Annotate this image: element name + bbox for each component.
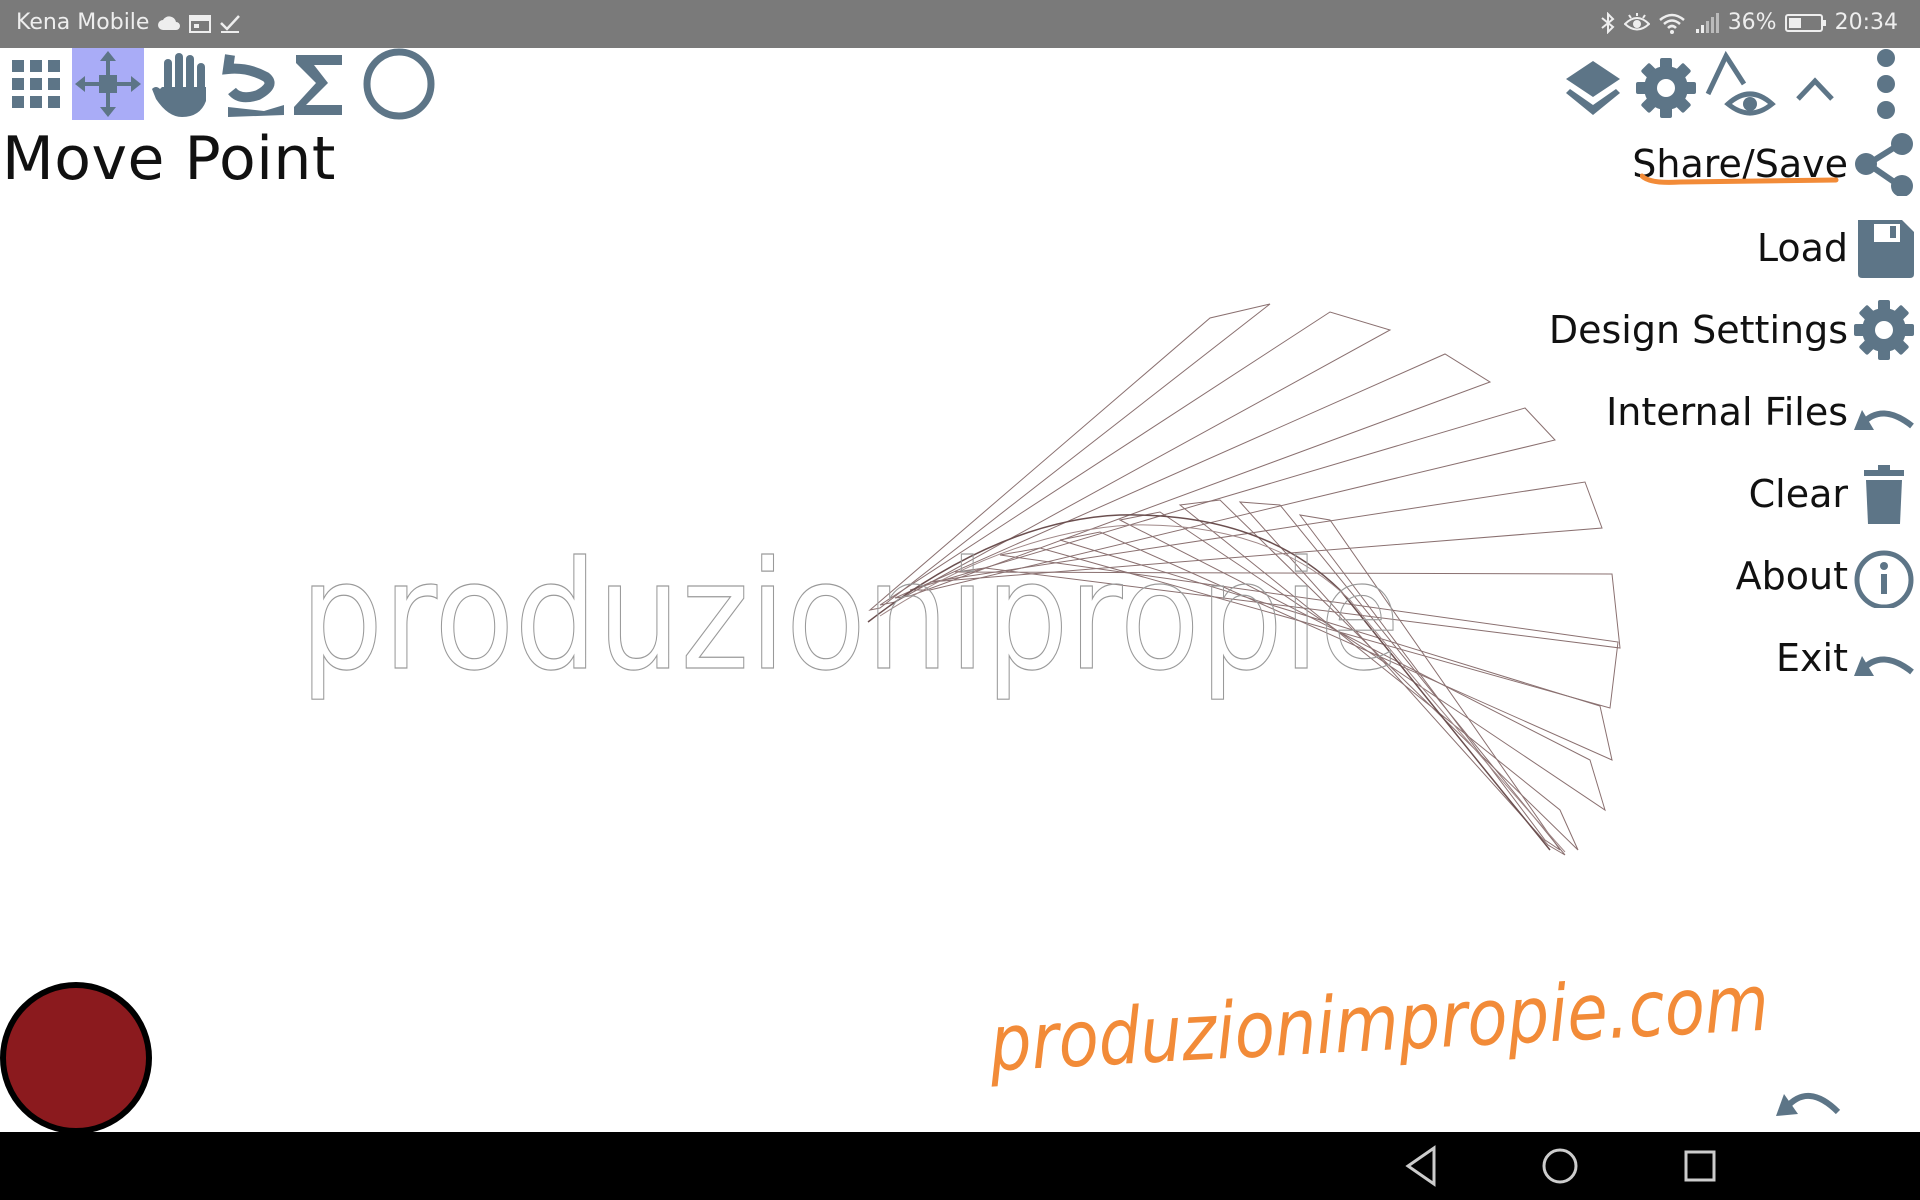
signature-text: produzionimpropie.com [987, 959, 1771, 1090]
record-button[interactable] [0, 982, 152, 1134]
layers-button[interactable] [1562, 52, 1624, 124]
floppy-disk-icon [1858, 220, 1914, 278]
menu-exit-label: Exit [1776, 636, 1848, 680]
sigma-icon [294, 55, 342, 115]
hand-icon [152, 53, 206, 117]
move-point-tool-button[interactable] [72, 48, 144, 120]
chevron-up-icon [1796, 77, 1834, 101]
menu-clear-label: Clear [1748, 472, 1848, 516]
settings-button[interactable] [1634, 52, 1698, 124]
trash-icon [1864, 465, 1904, 524]
grid-tool-button[interactable] [4, 48, 68, 120]
circle-tool-button[interactable] [360, 48, 438, 120]
collapse-menu-button[interactable] [1790, 52, 1840, 124]
menu-about-label: About [1735, 554, 1848, 598]
menu-internal-files[interactable]: Internal Files [1500, 376, 1920, 448]
battery-percent: 36% [1727, 10, 1777, 35]
mode-title: Move Point [2, 124, 336, 194]
menu-design-settings-label: Design Settings [1548, 308, 1848, 352]
undo-arrow-icon [1854, 656, 1914, 676]
menu-exit[interactable]: Exit [1500, 622, 1920, 694]
clock-time: 20:34 [1834, 10, 1898, 35]
cloud-icon [158, 15, 181, 30]
menu-clear[interactable]: Clear [1500, 458, 1920, 530]
signature-watermark: produzionimpropie.com [987, 959, 1771, 1090]
menu-design-settings[interactable]: Design Settings [1500, 294, 1920, 366]
triangle-eye-icon [1705, 50, 1776, 116]
calendar-icon [189, 14, 212, 33]
move-arrows-icon [75, 51, 141, 117]
menu-load-label: Load [1756, 226, 1848, 270]
menu-load[interactable]: Load [1500, 212, 1920, 284]
menu-internal-files-label: Internal Files [1606, 390, 1848, 434]
s-curve-icon [222, 54, 284, 117]
battery-icon [1784, 13, 1826, 32]
draw-curve-tool-button[interactable] [218, 48, 290, 120]
layers-icon [1566, 61, 1620, 115]
outline-wordmark: produzionipropie [300, 530, 1400, 704]
eye-icon [1623, 12, 1650, 30]
circle-icon [363, 48, 435, 120]
back-icon[interactable] [1400, 1144, 1444, 1188]
grid-icon [12, 60, 60, 108]
share-icon [1855, 133, 1913, 196]
signal-icon [1695, 12, 1719, 33]
pan-tool-button[interactable] [148, 48, 218, 120]
more-options-button[interactable] [1866, 48, 1906, 120]
bluetooth-icon [1601, 11, 1615, 34]
carrier-name: Kena Mobile [16, 10, 150, 35]
share-save-underline [1640, 173, 1839, 185]
sigma-tool-button[interactable] [290, 48, 346, 120]
undo-icon[interactable] [1772, 1072, 1842, 1122]
more-vertical-icon [1877, 49, 1895, 119]
visibility-button[interactable] [1704, 50, 1776, 122]
gear-icon [1636, 58, 1696, 118]
recents-icon[interactable] [1678, 1144, 1722, 1188]
info-icon [1854, 550, 1914, 608]
checkmark-icon [220, 14, 241, 33]
wifi-icon [1658, 13, 1685, 34]
gear-icon [1854, 300, 1914, 360]
android-nav-bar [0, 1132, 1920, 1200]
status-bar: Kena Mobile 36% 20:34 [0, 0, 1920, 48]
menu-about[interactable]: About [1500, 540, 1920, 612]
home-icon[interactable] [1538, 1144, 1582, 1188]
undo-arrow-icon [1854, 410, 1914, 430]
